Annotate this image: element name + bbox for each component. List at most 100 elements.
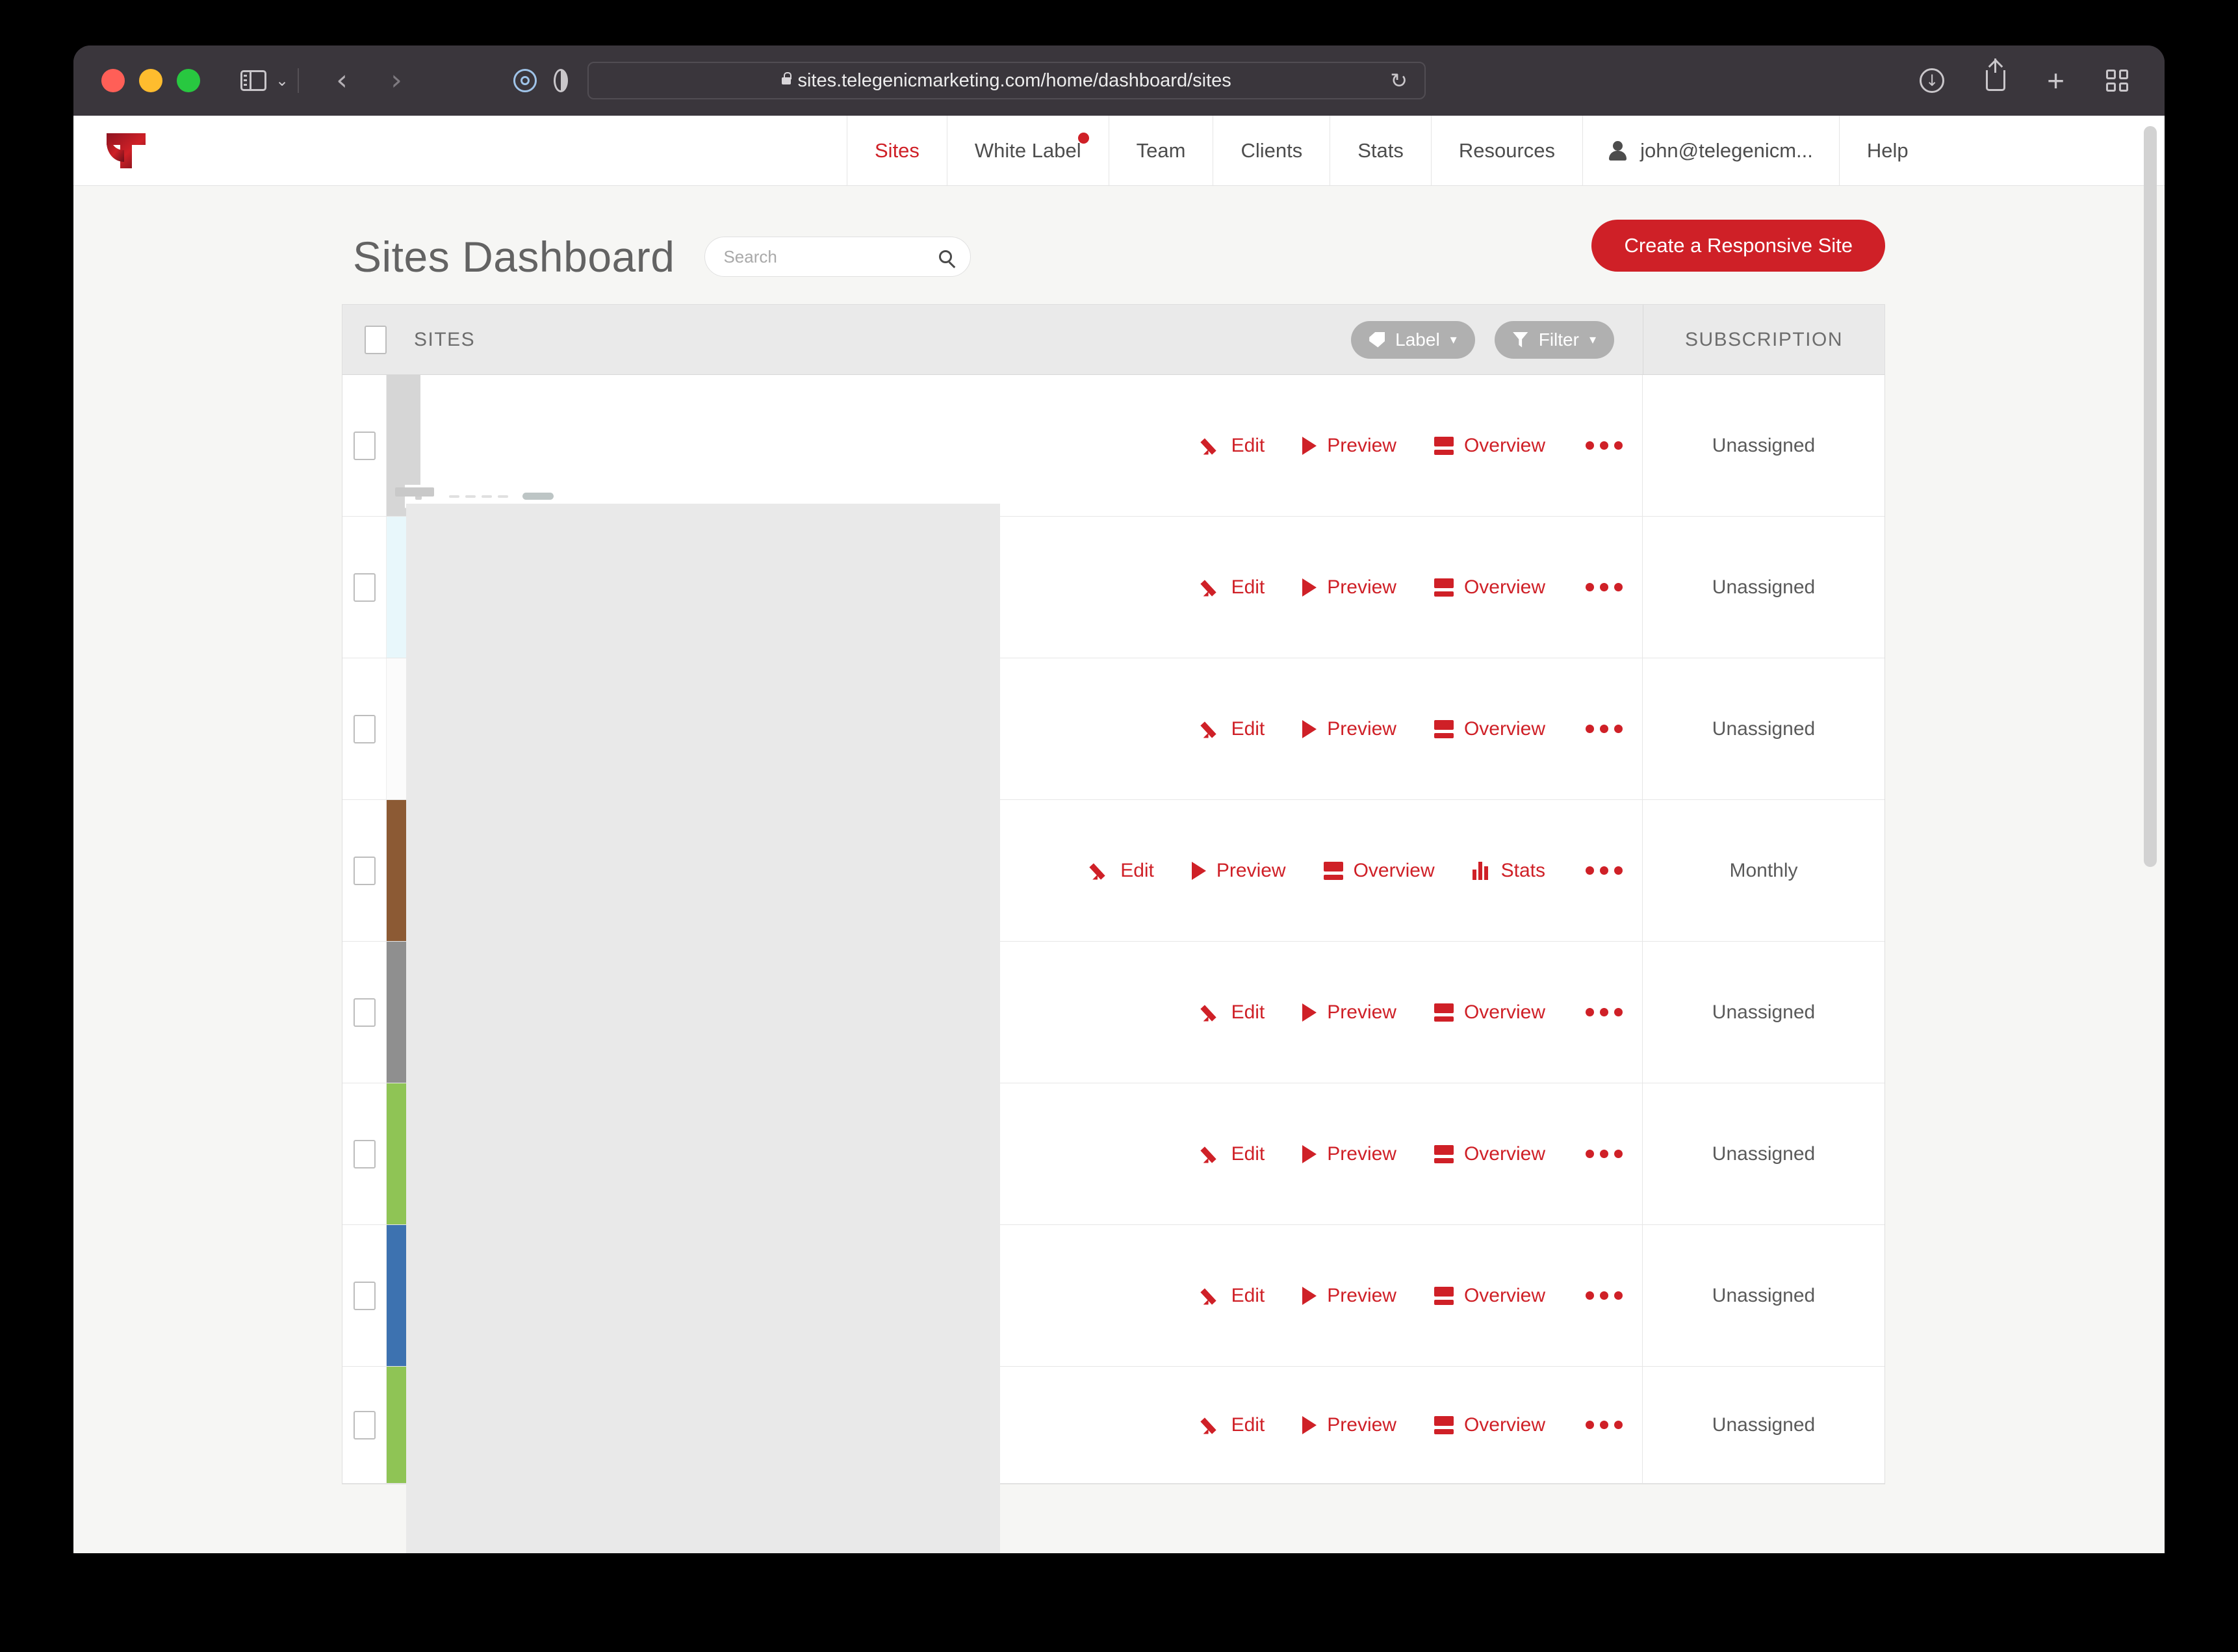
- search-box[interactable]: [704, 237, 971, 277]
- search-input[interactable]: [723, 246, 940, 267]
- row-checkbox[interactable]: [353, 714, 376, 743]
- subscription-cell: Unassigned: [1712, 1413, 1816, 1436]
- overview-icon: [1434, 578, 1454, 597]
- overview-action[interactable]: Overview: [1434, 1414, 1545, 1436]
- window-controls: [101, 69, 200, 92]
- action-label: Stats: [1500, 859, 1545, 881]
- preview-action[interactable]: Preview: [1302, 435, 1396, 457]
- pencil-icon: [1203, 437, 1221, 455]
- select-all-checkbox[interactable]: [365, 325, 387, 354]
- action-label: Overview: [1463, 1142, 1545, 1165]
- overview-action[interactable]: Overview: [1323, 860, 1435, 882]
- address-bar[interactable]: sites.telegenicmarketing.com/home/dashbo…: [587, 62, 1426, 99]
- privacy-report-icon[interactable]: [513, 69, 537, 92]
- action-label: Preview: [1327, 576, 1396, 598]
- row-checkbox[interactable]: [353, 1281, 376, 1310]
- create-responsive-site-button[interactable]: Create a Responsive Site: [1591, 220, 1885, 272]
- preview-action[interactable]: Preview: [1302, 1001, 1396, 1024]
- nav-item-clients[interactable]: Clients: [1213, 116, 1330, 185]
- row-checkbox[interactable]: [353, 856, 376, 885]
- more-options-icon[interactable]: [1586, 441, 1623, 450]
- nav-item-account[interactable]: john@telegenicm...: [1582, 116, 1839, 185]
- nav-item-team[interactable]: Team: [1108, 116, 1213, 185]
- label-dropdown-button[interactable]: Label ▾: [1351, 320, 1475, 359]
- edit-action[interactable]: Edit: [1203, 1001, 1265, 1024]
- pencil-icon: [1092, 862, 1110, 880]
- close-button[interactable]: [101, 69, 125, 92]
- overview-action[interactable]: Overview: [1434, 1143, 1545, 1165]
- more-options-icon[interactable]: [1586, 1150, 1623, 1158]
- preview-action[interactable]: Preview: [1302, 1414, 1396, 1436]
- more-options-icon[interactable]: [1586, 1291, 1623, 1300]
- stats-action[interactable]: Stats: [1472, 859, 1545, 882]
- row-actions: Edit Preview Overview: [1138, 1367, 1643, 1483]
- row-checkbox[interactable]: [353, 573, 376, 602]
- new-tab-icon[interactable]: +: [2047, 66, 2064, 96]
- app-header: Sites White Label Team Clients Stats Res…: [73, 116, 2165, 186]
- reload-icon[interactable]: ↻: [1390, 68, 1408, 93]
- preview-action[interactable]: Preview: [1302, 1285, 1396, 1307]
- more-options-icon[interactable]: [1586, 583, 1623, 591]
- nav-item-help[interactable]: Help: [1838, 116, 1936, 185]
- preview-action[interactable]: Preview: [1302, 576, 1396, 599]
- overview-action[interactable]: Overview: [1434, 718, 1545, 740]
- more-options-icon[interactable]: [1586, 866, 1623, 875]
- preview-action[interactable]: Preview: [1302, 718, 1396, 740]
- drag-handle[interactable]: [395, 487, 434, 497]
- more-options-icon[interactable]: [1586, 1421, 1623, 1429]
- chevron-down-icon[interactable]: ⌄: [276, 71, 289, 90]
- share-icon[interactable]: [1986, 58, 2006, 91]
- nav-item-sites[interactable]: Sites: [847, 116, 947, 185]
- maximize-button[interactable]: [177, 69, 200, 92]
- back-icon[interactable]: ‹: [322, 66, 361, 95]
- preview-action[interactable]: Preview: [1191, 860, 1286, 882]
- tab-overview-icon[interactable]: [2106, 70, 2128, 92]
- row-checkbox-cell: [342, 800, 387, 941]
- overview-action[interactable]: Overview: [1434, 1001, 1545, 1024]
- page-scrollbar[interactable]: [2144, 126, 2157, 867]
- filter-dropdown-button[interactable]: Filter ▾: [1494, 320, 1614, 359]
- action-label: Edit: [1231, 434, 1265, 456]
- nav-item-white-label[interactable]: White Label: [946, 116, 1109, 185]
- row-checkbox[interactable]: [353, 1139, 376, 1168]
- search-icon[interactable]: [939, 250, 953, 263]
- action-label: Edit: [1231, 717, 1265, 740]
- minimize-button[interactable]: [139, 69, 162, 92]
- row-checkbox[interactable]: [353, 1410, 376, 1439]
- forward-icon[interactable]: ›: [377, 66, 416, 95]
- play-icon: [1191, 861, 1206, 880]
- overview-action[interactable]: Overview: [1434, 435, 1545, 457]
- site-info-cell: [420, 658, 1138, 799]
- overview-action[interactable]: Overview: [1434, 1285, 1545, 1307]
- edit-action[interactable]: Edit: [1203, 718, 1265, 740]
- downloads-icon[interactable]: ↓: [1920, 68, 1945, 93]
- nav-item-resources[interactable]: Resources: [1430, 116, 1582, 185]
- edit-action[interactable]: Edit: [1203, 1143, 1265, 1165]
- sidebar-toggle-icon[interactable]: [240, 70, 266, 91]
- reader-view-icon[interactable]: [554, 69, 569, 92]
- app-nav: Sites White Label Team Clients Stats Res…: [847, 116, 2165, 185]
- row-checkbox[interactable]: [353, 431, 376, 460]
- site-thumbnail: [387, 800, 420, 941]
- chevron-down-icon: ▾: [1450, 333, 1457, 347]
- edit-action[interactable]: Edit: [1203, 435, 1265, 457]
- table-row: Edit Preview Overview Unassigned: [342, 658, 1884, 800]
- site-thumbnail: [387, 517, 420, 658]
- brand-logo-cell[interactable]: [73, 116, 847, 185]
- more-options-icon[interactable]: [1586, 725, 1623, 733]
- page-content: Sites White Label Team Clients Stats Res…: [73, 116, 2165, 1553]
- row-actions: Edit Preview Overview Stats: [1120, 800, 1643, 941]
- site-url-note: URL Not Available (Site Not Yet Publishe…: [583, 1454, 951, 1476]
- action-label: Overview: [1463, 717, 1545, 740]
- nav-item-stats[interactable]: Stats: [1330, 116, 1431, 185]
- row-checkbox-cell: [342, 1225, 387, 1366]
- table-row: Edit Preview Overview Stats Monthly: [342, 800, 1884, 942]
- edit-action[interactable]: Edit: [1203, 576, 1265, 599]
- edit-action[interactable]: Edit: [1203, 1414, 1265, 1436]
- more-options-icon[interactable]: [1586, 1008, 1623, 1016]
- subscription-cell: Unassigned: [1712, 717, 1816, 740]
- edit-action[interactable]: Edit: [1203, 1285, 1265, 1307]
- preview-action[interactable]: Preview: [1302, 1143, 1396, 1165]
- row-checkbox[interactable]: [353, 998, 376, 1027]
- overview-action[interactable]: Overview: [1434, 576, 1545, 599]
